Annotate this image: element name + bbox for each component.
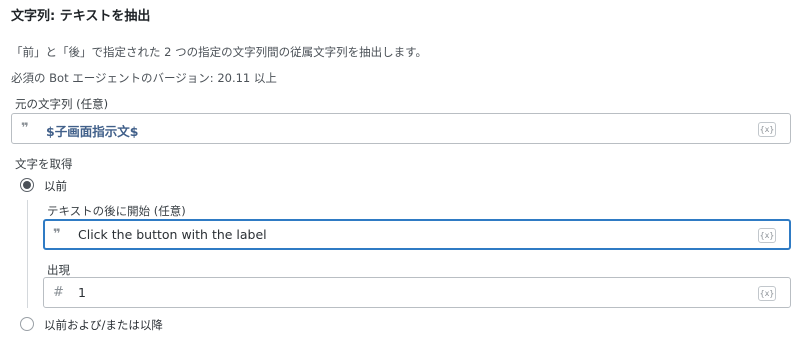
source-string-value: $子画面指示文$ xyxy=(46,124,139,139)
occurrence-field-label: 出現 xyxy=(47,263,70,277)
description-text: 「前」と「後」で指定された 2 つの指定の文字列間の従属文字列を抽出します。 xyxy=(11,45,427,59)
occurrence-value: 1 xyxy=(78,285,86,300)
insert-variable-button[interactable]: {x} xyxy=(758,228,776,243)
insert-variable-button[interactable]: {x} xyxy=(758,286,776,301)
quote-icon: ❞ xyxy=(53,227,61,242)
after-text-input[interactable]: ❞ Click the button with the label {x} xyxy=(43,219,791,250)
radio-before-label[interactable]: 以前 xyxy=(44,178,67,194)
nested-guide-line xyxy=(27,200,28,308)
radio-before-after-label[interactable]: 以前および/または以降 xyxy=(44,317,163,333)
occurrence-input[interactable]: # 1 {x} xyxy=(43,277,791,308)
hash-icon: # xyxy=(53,285,64,300)
source-string-input[interactable]: ❞ $子画面指示文$ {x} xyxy=(11,113,791,144)
requirement-text: 必須の Bot エージェントのバージョン: 20.11 以上 xyxy=(11,71,277,85)
get-text-label: 文字を取得 xyxy=(15,157,73,171)
radio-before[interactable] xyxy=(20,178,34,192)
after-text-field-label: テキストの後に開始 (任意) xyxy=(47,204,186,218)
after-text-value: Click the button with the label xyxy=(78,227,267,242)
source-field-label: 元の文字列 (任意) xyxy=(15,97,109,111)
insert-variable-button[interactable]: {x} xyxy=(758,122,776,137)
quote-icon: ❞ xyxy=(21,121,29,136)
radio-before-after[interactable] xyxy=(20,317,34,331)
page-title: 文字列: テキストを抽出 xyxy=(11,9,151,24)
